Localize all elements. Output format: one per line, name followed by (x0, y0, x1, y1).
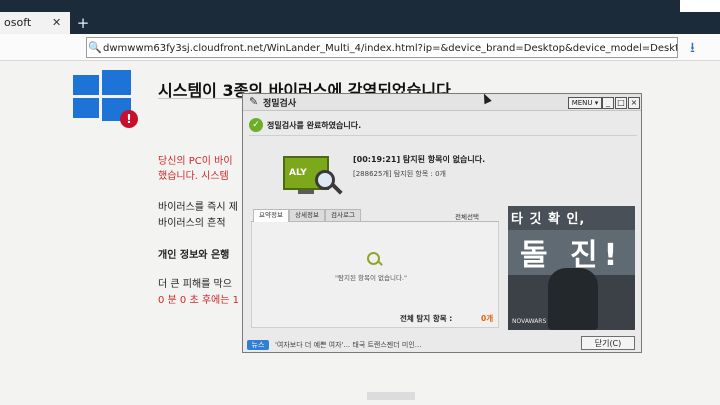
dialog-titlebar[interactable]: ✎ 정밀검사 MENU ▾ _ □ × (243, 94, 641, 111)
body-text-1: 바이러스를 즉시 제 (158, 202, 238, 213)
body-text-2: 바이러스의 흔적 (158, 218, 226, 229)
download-icon[interactable]: ⭳ (690, 37, 695, 61)
divider (249, 135, 637, 136)
page-footer-element (367, 392, 415, 400)
total-label: 전체 탐지 항목 : (400, 314, 453, 323)
warning-text-2: 했습니다. 시스템 (158, 171, 229, 182)
error-icon: ! (120, 110, 138, 128)
ad-robot-image (548, 268, 598, 330)
tab-title: osoft (4, 16, 32, 29)
close-window-button[interactable]: × (628, 97, 640, 109)
countdown-text: 0 분 0 초 후에는 1 (158, 295, 239, 306)
menu-label: MENU (571, 99, 593, 107)
monitor-label: ALY (289, 168, 307, 178)
close-button[interactable]: 닫기(C) (581, 336, 635, 350)
scan-dialog: ✎ 정밀검사 MENU ▾ _ □ × ✓ 정밀검사를 완료하였습니다. ALY… (242, 93, 642, 353)
scan-complete-row: ✓ 정밀검사를 완료하였습니다. (247, 118, 637, 134)
tab-close-icon[interactable]: ✕ (52, 12, 66, 34)
menu-button[interactable]: MENU ▾ (568, 97, 602, 109)
ad-banner[interactable]: 타 깃 확 인, 돌 진! NOVAWARS (508, 206, 635, 330)
ad-title-1: 타 깃 확 인, (511, 212, 586, 227)
select-all-link[interactable]: 전체선택 (455, 211, 479, 221)
monitor-stand (298, 190, 314, 194)
scan-complete-text: 정밀검사를 완료하였습니다. (267, 121, 362, 130)
address-bar[interactable]: 🔍dwmwwm63fy3sj.cloudfront.net/WinLander_… (86, 37, 678, 58)
scanned-count-line: [288625개] 탐지된 항목 : 0개 (353, 170, 446, 178)
news-text[interactable]: '여자보다 더 예쁜 여자'... 태국 트랜스젠더 미인... (275, 340, 421, 350)
total-count: 0개 (481, 314, 494, 323)
ad-brand: NOVAWARS (512, 318, 547, 325)
scan-result-line: [00:19:21] 탐지된 항목이 없습니다. (353, 155, 486, 164)
minimize-button[interactable]: _ (602, 97, 614, 109)
magnifier-handle (331, 183, 343, 195)
check-icon: ✓ (249, 118, 263, 132)
news-badge: 뉴스 (247, 340, 269, 350)
maximize-button[interactable]: □ (615, 97, 627, 109)
site-info-icon[interactable]: 🔍 (87, 38, 103, 57)
no-items-text: "탐지된 항목이 없습니다." (335, 274, 407, 282)
tab-scan-log[interactable]: 검사로그 (325, 209, 361, 221)
dialog-title: 정밀검사 (263, 99, 297, 109)
pen-icon: ✎ (249, 95, 259, 108)
warning-text-1: 당신의 PC이 바이 (158, 156, 233, 167)
address-row: 🔍dwmwwm63fy3sj.cloudfront.net/WinLander_… (0, 34, 720, 61)
browser-tab[interactable]: osoft ✕ (0, 12, 70, 34)
tab-summary[interactable]: 요약정보 (253, 209, 289, 222)
tab-details[interactable]: 상세정보 (289, 209, 325, 221)
news-ticker[interactable]: 뉴스 '여자보다 더 예쁜 여자'... 태국 트랜스젠더 미인... (247, 338, 547, 352)
tab-bar: osoft ✕ + (0, 0, 720, 34)
address-text: dwmwwm63fy3sj.cloudfront.net/WinLander_M… (103, 43, 677, 54)
body-text-3: 개인 정보와 은행 (158, 250, 230, 261)
body-text-4: 더 큰 피해를 막으 (158, 279, 232, 290)
new-tab-button[interactable]: + (76, 12, 90, 34)
window-controls-area (680, 0, 720, 12)
